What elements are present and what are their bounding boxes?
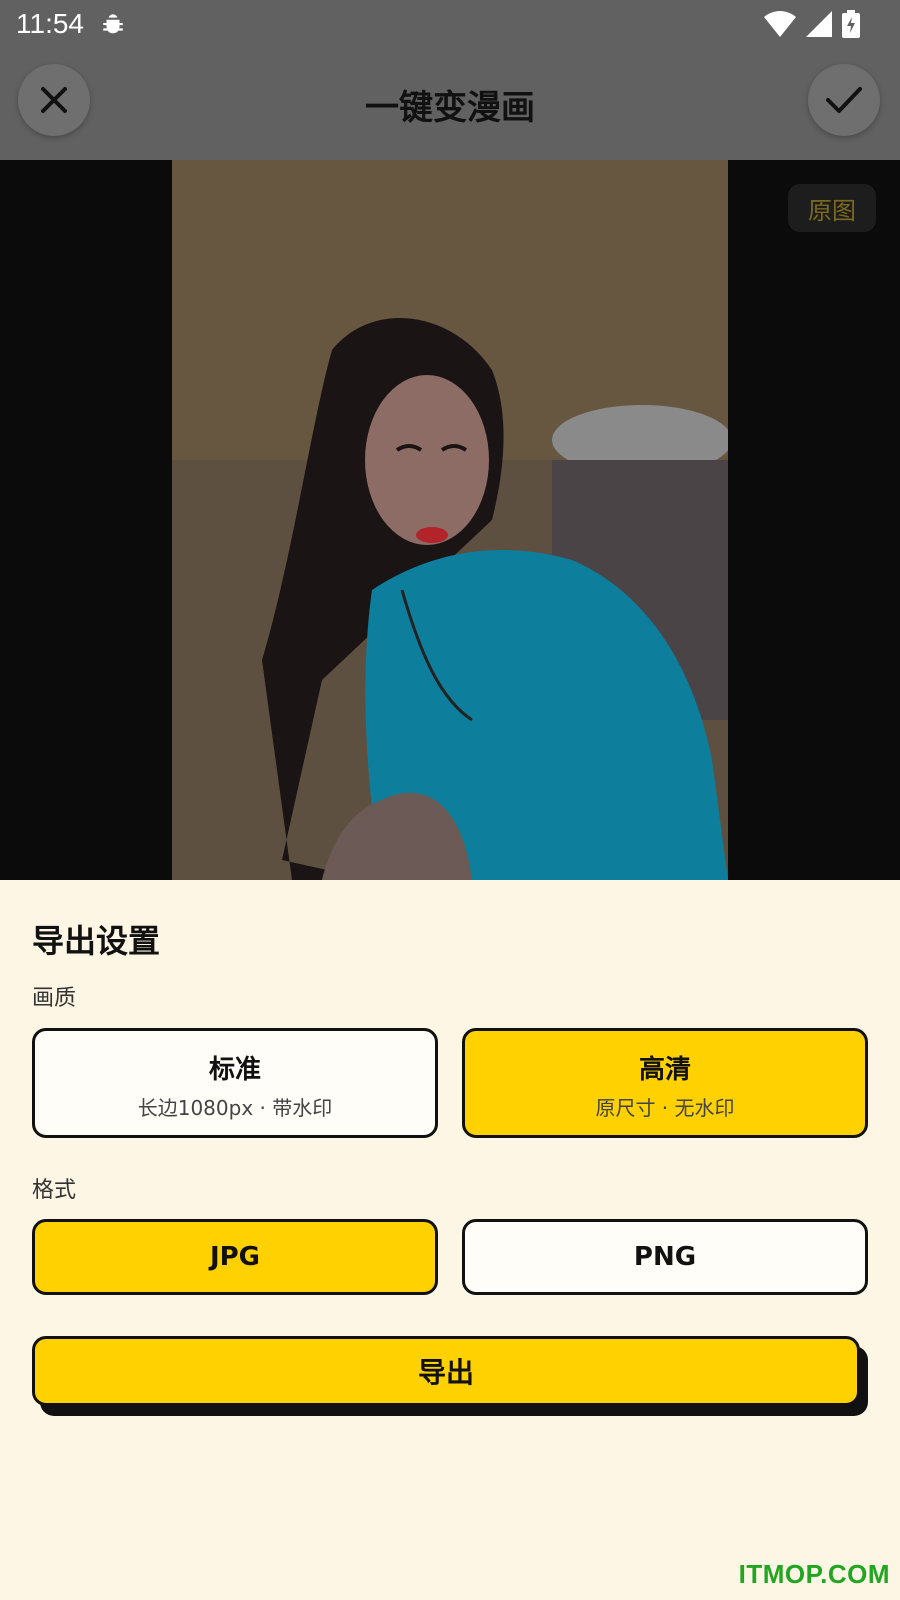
check-icon xyxy=(826,87,862,113)
image-preview-area: 原图 xyxy=(0,160,900,880)
signal-icon xyxy=(806,11,832,37)
option-title: 标准 xyxy=(208,1055,261,1085)
option-title: PNG xyxy=(633,1242,697,1272)
quality-label: 画质 xyxy=(32,986,77,1011)
export-button[interactable]: 导出 xyxy=(32,1336,860,1406)
format-option-jpg[interactable]: JPG xyxy=(32,1219,438,1295)
quality-option-hd[interactable]: 高清 原尺寸 · 无水印 xyxy=(462,1028,868,1138)
export-settings-sheet: 导出设置 画质 标准 长边1080px · 带水印 高清 原尺寸 · 无水印 格… xyxy=(0,880,900,1600)
bug-icon xyxy=(100,10,126,36)
status-time: 11:54 xyxy=(16,8,84,39)
option-subtitle: 长边1080px · 带水印 xyxy=(137,1096,333,1120)
comic-preview-image xyxy=(172,160,728,880)
top-app-bar: 一键变漫画 xyxy=(0,50,900,160)
battery-icon xyxy=(842,10,860,38)
option-title: 高清 xyxy=(638,1055,691,1085)
format-label: 格式 xyxy=(32,1178,77,1203)
quality-option-standard[interactable]: 标准 长边1080px · 带水印 xyxy=(32,1028,438,1138)
site-watermark: ITMOP.COM xyxy=(738,1559,890,1589)
sheet-title: 导出设置 xyxy=(32,922,161,960)
status-bar: 11:54 xyxy=(0,0,900,50)
option-title: JPG xyxy=(209,1242,261,1272)
option-subtitle: 原尺寸 · 无水印 xyxy=(595,1096,735,1120)
confirm-button[interactable] xyxy=(808,64,880,136)
wifi-icon xyxy=(764,11,796,37)
page-title: 一键变漫画 xyxy=(365,88,535,128)
format-option-png[interactable]: PNG xyxy=(462,1219,868,1295)
original-image-toggle[interactable]: 原图 xyxy=(788,184,876,232)
